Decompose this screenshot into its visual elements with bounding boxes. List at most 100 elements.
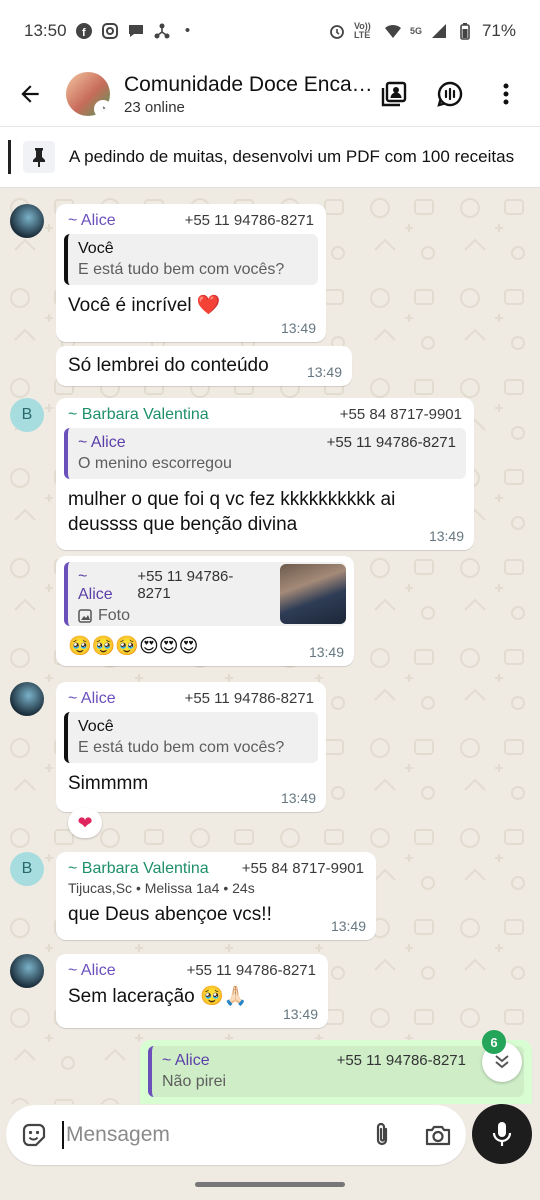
message-bubble[interactable]: ~ Alice +55 11 94786-8271 Você E está tu… [56,204,326,342]
message-time: 13:49 [280,320,316,336]
group-avatar[interactable]: ◔ [66,72,112,118]
sender-name[interactable]: ~ Barbara Valentina [68,860,209,878]
sticker-icon [22,1123,46,1147]
camera-button[interactable] [410,1123,466,1147]
quoted-message[interactable]: Você E está tudo bem com vocês? [64,234,318,285]
quote-text: Não pirei [162,1073,227,1090]
microphone-icon [492,1122,512,1146]
sender-phone: +55 11 94786-8271 [184,212,314,229]
sender-avatar[interactable] [10,682,44,716]
heart-icon: ❤ [77,812,93,833]
quote-text: E está tudo bem com vocês? [78,739,285,756]
battery-icon [456,22,474,40]
sender-name[interactable]: ~ Alice [68,962,116,980]
chat-header: ◔ Comunidade Doce Encantos 23 online [0,62,540,126]
back-button[interactable] [0,62,60,126]
quoted-photo-thumbnail[interactable] [280,564,346,624]
network-label: 5G [409,25,422,36]
home-gesture-pill[interactable] [195,1182,345,1187]
quote-phone: +55 11 94786-8271 [137,568,234,602]
outgoing-message-bubble[interactable]: ~ Alice +55 11 94786-8271 Não pirei [140,1040,532,1104]
sender-phone: +55 11 94786-8271 [184,690,314,707]
chat-icon [127,22,145,40]
message-bubble[interactable]: Só lembrei do conteúdo 13:49 [56,346,352,386]
message-text: Simmmm [68,773,149,794]
voice-record-button[interactable] [472,1104,532,1164]
arrow-left-icon [21,85,39,103]
message-input[interactable]: Mensagem [62,1121,354,1149]
message-time: 13:49 [330,918,366,934]
message-text: 🥹🥹🥹😍😍😍 [68,636,199,657]
instagram-icon [101,22,119,40]
community-button[interactable] [374,74,414,114]
message-bubble[interactable]: ~ Alice +55 11 94786-8271 Foto 🥹🥹🥹😍😍😍 13… [56,556,354,666]
photo-icon [78,609,92,623]
pin-icon [23,141,55,173]
sender-avatar[interactable]: B [10,398,44,432]
pinned-message-text: A pedindo de muitas, desenvolvi um PDF c… [69,147,515,166]
online-count: 23 online [124,98,185,116]
status-time: 13:50 [24,21,67,40]
message-bubble[interactable]: ~ Alice +55 11 94786-8271 Você E está tu… [56,682,326,812]
sender-name[interactable]: ~ Barbara Valentina [68,406,209,424]
quote-text: Foto [98,607,131,624]
message-input-box[interactable]: Mensagem [6,1105,466,1165]
message-composer: Mensagem [0,1104,540,1168]
message-time: 13:49 [306,364,342,380]
sender-avatar[interactable]: B [10,852,44,886]
more-vertical-icon [503,83,509,105]
battery-percent: 71% [481,21,516,40]
attach-button[interactable] [354,1121,410,1149]
message-text: que Deus abençoe vcs!! [68,904,272,925]
voice-chat-button[interactable] [430,74,470,114]
quote-phone: +55 11 94786-8271 [326,434,456,451]
message-text: Você é incrível ❤️ [68,295,221,316]
camera-icon [425,1125,451,1146]
chat-area[interactable]: ~ Alice +55 11 94786-8271 Você E está tu… [0,188,540,1104]
sender-avatar[interactable] [10,204,44,238]
volte-label: Vo)) LTE [353,21,371,40]
quoted-message[interactable]: ~ Alice +55 11 94786-8271 Não pirei [148,1046,524,1097]
sender-phone: +55 11 94786-8271 [186,962,316,979]
message-time: 13:49 [308,644,344,660]
double-chevron-down-icon [495,1055,509,1069]
pinned-message-bar[interactable]: A pedindo de muitas, desenvolvi um PDF c… [0,126,540,188]
quote-author: ~ Alice [78,434,126,451]
sender-name[interactable]: ~ Alice [68,212,116,230]
quote-author: Você [78,240,114,257]
message-bubble[interactable]: ~ Barbara Valentina +55 84 8717-9901 ~ A… [56,398,474,550]
emoji-button[interactable] [6,1122,62,1148]
message-time: 13:49 [428,528,464,544]
paperclip-icon [376,1122,388,1146]
quote-author: ~ Alice [78,568,113,603]
quoted-message[interactable]: ~ Alice +55 11 94786-8271 O menino escor… [64,428,466,479]
system-navigation-bar [0,1168,540,1200]
signal-icon [430,22,448,40]
alarm-icon [328,22,346,40]
message-text: Sem laceração 🥹🙏🏻 [68,986,248,1007]
dot-icon: • [184,22,191,39]
message-bubble[interactable]: ~ Alice +55 11 94786-8271 Sem laceração … [56,954,328,1028]
svg-text:f: f [82,27,86,39]
message-reaction[interactable]: ❤ [68,808,102,838]
chat-title-area[interactable]: Comunidade Doce Encantos 23 online [124,73,374,116]
community-badge-icon: ◔ [94,100,112,118]
facebook-icon: f [75,22,93,40]
sender-phone: +55 84 8717-9901 [339,406,462,423]
quote-text: O menino escorregou [78,455,232,472]
quote-author: ~ Alice [162,1052,210,1069]
message-bubble[interactable]: ~ Barbara Valentina +55 84 8717-9901 Tij… [56,852,376,940]
message-time: 13:49 [280,790,316,806]
sender-name[interactable]: ~ Alice [68,690,116,708]
more-options-button[interactable] [486,74,526,114]
tether-icon [153,22,171,40]
unread-count-badge: 6 [482,1030,506,1054]
quote-text: E está tudo bem com vocês? [78,261,285,278]
sender-avatar[interactable] [10,954,44,988]
community-icon [381,81,407,107]
wifi-icon [384,22,402,40]
voice-chat-icon [437,81,463,107]
message-time: 13:49 [282,1006,318,1022]
quoted-message[interactable]: Você E está tudo bem com vocês? [64,712,318,763]
chat-title: Comunidade Doce Encantos [124,72,374,96]
